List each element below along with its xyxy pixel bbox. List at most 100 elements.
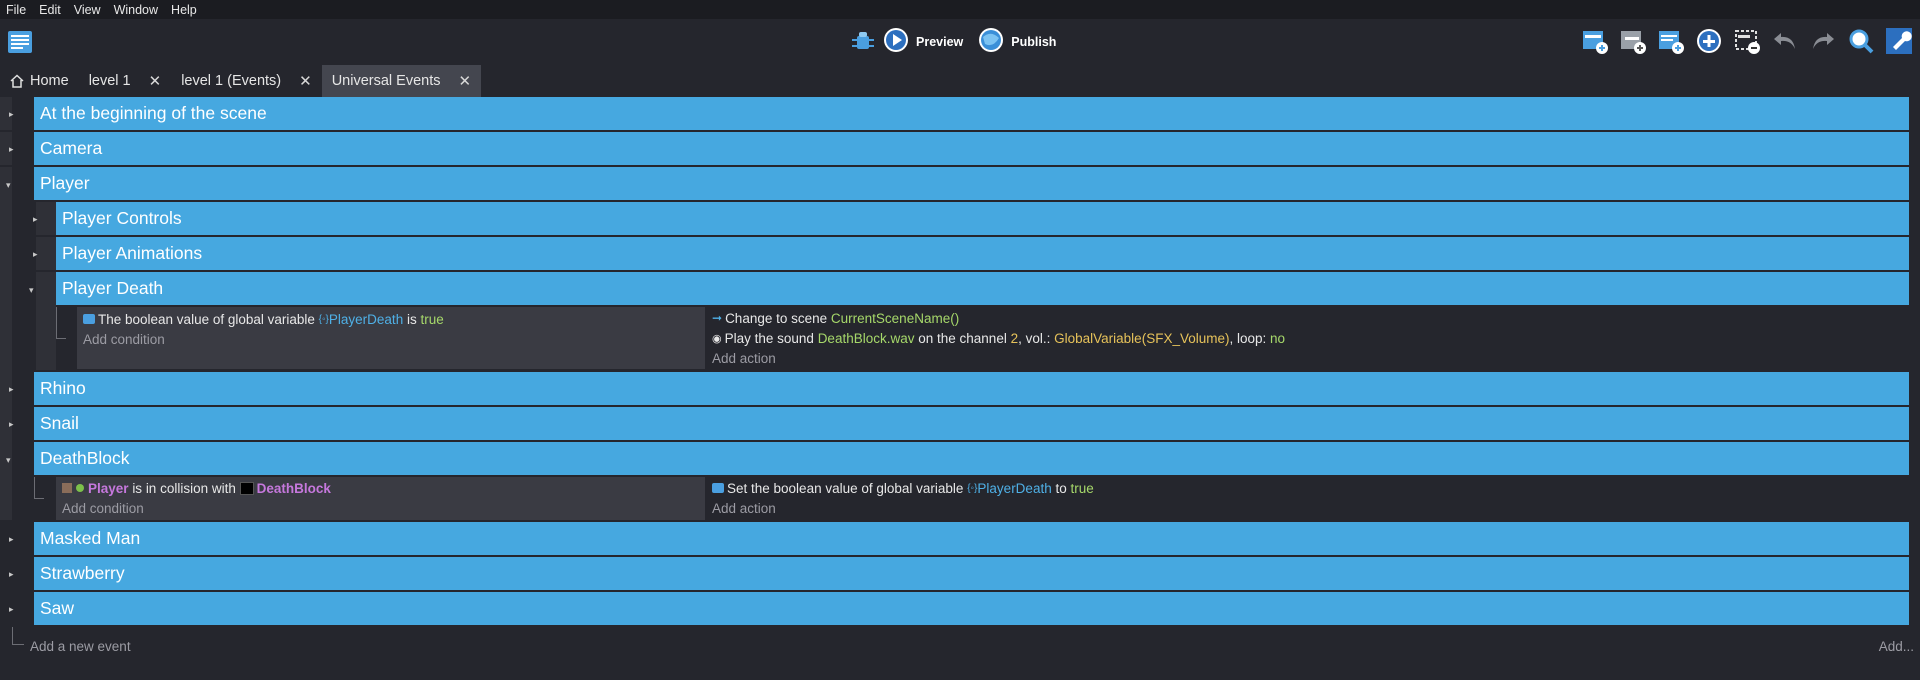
events-footer: Add a new event Add... (0, 637, 1920, 659)
tab-level-1-events-label: level 1 (Events) (181, 73, 282, 89)
condition-collision[interactable]: Player is in collision with DeathBlock (62, 478, 705, 498)
group-title: Player Controls (62, 208, 182, 228)
add-new-event-button[interactable]: Add a new event (30, 639, 131, 654)
add-condition-button[interactable]: Add condition (83, 329, 705, 349)
group-title: Snail (40, 413, 79, 433)
publish-label: Publish (1011, 35, 1057, 49)
debugger-icon[interactable] (848, 27, 878, 57)
preview-label: Preview (916, 35, 964, 49)
condition-global-bool[interactable]: The boolean value of global variable {◦}… (83, 309, 705, 329)
add-comment-icon[interactable] (1656, 26, 1686, 56)
events-toolbar (1572, 26, 1914, 56)
redo-icon[interactable] (1808, 26, 1838, 56)
expand-arrow-icon[interactable]: ▸ (9, 569, 19, 579)
group-title: Player Death (62, 278, 164, 298)
menu-help[interactable]: Help (171, 3, 197, 17)
expand-arrow-icon[interactable]: ▸ (33, 214, 43, 224)
add-action-button[interactable]: Add action (712, 348, 1909, 368)
group-title: DeathBlock (40, 448, 130, 468)
group-title: Camera (40, 138, 103, 158)
publish-button[interactable]: Publish (977, 26, 1070, 59)
collapse-arrow-icon[interactable]: ▾ (6, 455, 16, 465)
group-title: At the beginning of the scene (40, 103, 267, 123)
group-masked-man[interactable]: Masked Man (34, 522, 1909, 555)
expand-arrow-icon[interactable]: ▸ (9, 419, 19, 429)
search-icon[interactable] (1846, 26, 1876, 56)
deathblock-sprite-icon (239, 481, 254, 495)
group-camera[interactable]: Camera (34, 132, 1909, 165)
add-other-icon[interactable] (1694, 26, 1724, 56)
tab-home-label: Home (30, 73, 69, 89)
events-sheet: ▸ At the beginning of the scene ▸ Camera… (0, 97, 1920, 680)
action-change-scene[interactable]: ➞ Change to scene CurrentSceneName() (712, 308, 1909, 328)
undo-icon[interactable] (1770, 26, 1800, 56)
add-condition-button[interactable]: Add condition (62, 498, 705, 518)
tab-universal-events[interactable]: Universal Events ✕ (321, 65, 482, 97)
group-title: Player Animations (62, 243, 203, 263)
tab-level-1-events[interactable]: level 1 (Events) ✕ (171, 65, 322, 97)
globe-icon (977, 26, 1005, 59)
conditions-panel[interactable]: The boolean value of global variable {◦}… (77, 307, 705, 369)
home-icon (10, 74, 24, 88)
collapse-arrow-icon[interactable]: ▾ (6, 180, 16, 190)
action-set-global-bool[interactable]: Set the boolean value of global variable… (712, 478, 1909, 498)
group-beginning[interactable]: At the beginning of the scene (34, 97, 1909, 130)
add-more-button[interactable]: Add... (1879, 639, 1914, 654)
preview-button[interactable]: Preview (882, 26, 977, 59)
conditions-panel[interactable]: Player is in collision with DeathBlock A… (56, 477, 705, 520)
global-variable-icon (712, 483, 724, 493)
play-icon (882, 26, 910, 59)
menu-bar: File Edit View Window Help (0, 0, 1920, 19)
menu-file[interactable]: File (6, 3, 26, 17)
expand-arrow-icon[interactable]: ▸ (9, 109, 19, 119)
group-title: Saw (40, 598, 75, 618)
delete-icon[interactable] (1732, 26, 1762, 56)
expand-arrow-icon[interactable]: ▸ (9, 144, 19, 154)
group-strawberry[interactable]: Strawberry (34, 557, 1909, 590)
add-sub-event-icon[interactable] (1618, 26, 1648, 56)
collapse-arrow-icon[interactable]: ▾ (29, 285, 39, 295)
expand-arrow-icon[interactable]: ▸ (33, 249, 43, 259)
project-manager-icon[interactable] (6, 28, 34, 56)
menu-view[interactable]: View (74, 3, 101, 17)
actions-panel[interactable]: ➞ Change to scene CurrentSceneName() ◉ P… (706, 307, 1909, 369)
expand-arrow-icon[interactable]: ▸ (9, 604, 19, 614)
group-player-controls[interactable]: Player Controls (56, 202, 1909, 235)
tab-home[interactable]: Home (0, 65, 79, 97)
tab-universal-events-label: Universal Events (331, 73, 441, 89)
toolbar: Preview Publish (0, 19, 1920, 65)
group-player-death[interactable]: Player Death (56, 272, 1909, 305)
expand-arrow-icon[interactable]: ▸ (9, 534, 19, 544)
sound-icon: ◉ (712, 332, 722, 345)
close-icon[interactable]: ✕ (299, 72, 312, 90)
settings-wrench-icon[interactable] (1884, 26, 1914, 56)
preview-publish-group: Preview Publish (848, 26, 1070, 58)
arrow-right-icon: ➞ (712, 311, 723, 325)
actions-panel[interactable]: Set the boolean value of global variable… (706, 477, 1909, 520)
editor-tabs: Home level 1 ✕ level 1 (Events) ✕ Univer… (0, 65, 1920, 97)
menu-window[interactable]: Window (114, 3, 158, 17)
close-icon[interactable]: ✕ (149, 72, 162, 90)
tree-connector (56, 307, 66, 339)
tab-level-1[interactable]: level 1 ✕ (79, 65, 172, 97)
group-player-animations[interactable]: Player Animations (56, 237, 1909, 270)
add-action-button[interactable]: Add action (712, 498, 1909, 518)
event-rail (36, 272, 56, 370)
menu-edit[interactable]: Edit (39, 3, 61, 17)
group-title: Masked Man (40, 528, 141, 548)
variable-icon: {◦} (318, 313, 329, 325)
group-deathblock[interactable]: DeathBlock (34, 442, 1909, 475)
group-title: Rhino (40, 378, 86, 398)
group-title: Player (40, 173, 90, 193)
group-player[interactable]: Player (34, 167, 1909, 200)
group-rhino[interactable]: Rhino (34, 372, 1909, 405)
group-saw[interactable]: Saw (34, 592, 1909, 625)
apple-icon (76, 484, 84, 492)
group-snail[interactable]: Snail (34, 407, 1909, 440)
expand-arrow-icon[interactable]: ▸ (9, 384, 19, 394)
global-variable-icon (83, 314, 95, 324)
tab-level-1-label: level 1 (88, 73, 131, 89)
close-icon[interactable]: ✕ (459, 72, 472, 90)
action-play-sound[interactable]: ◉ Play the sound DeathBlock.wav on the c… (712, 328, 1909, 348)
add-event-icon[interactable] (1580, 26, 1610, 56)
